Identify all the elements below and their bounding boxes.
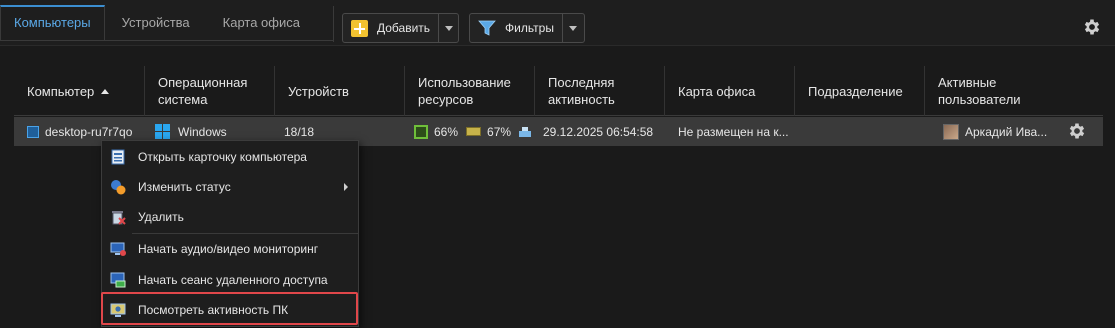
- disk-icon: [519, 126, 532, 137]
- sort-ascending-icon: [101, 88, 110, 94]
- tab-devices[interactable]: Устройства: [105, 5, 203, 41]
- chevron-down-icon: [569, 25, 578, 31]
- filters-dropdown-button[interactable]: [561, 14, 584, 42]
- context-menu: Открыть карточку компьютера Изменить ста…: [101, 140, 359, 327]
- column-header-office-map[interactable]: Карта офиса: [664, 66, 794, 116]
- column-header-last-activity[interactable]: Последняя активность: [534, 66, 664, 116]
- menu-item-change-status[interactable]: Изменить статус: [102, 172, 358, 202]
- remote-access-icon: [110, 272, 126, 288]
- column-header-devices[interactable]: Устройств: [274, 66, 404, 116]
- filter-funnel-icon: [478, 20, 496, 36]
- computer-icon: [27, 125, 39, 138]
- tab-office-map[interactable]: Карта офиса: [203, 5, 313, 41]
- resources-cell: 66% 67%: [414, 117, 532, 146]
- add-dropdown-button[interactable]: [438, 14, 458, 42]
- column-header-resources[interactable]: Использование ресурсов: [404, 66, 534, 116]
- top-bar: Компьютеры Устройства Карта офиса Добави…: [0, 0, 1115, 46]
- av-monitoring-icon: [110, 242, 126, 256]
- pc-activity-icon: [110, 303, 126, 317]
- menu-item-open-card[interactable]: Открыть карточку компьютера: [102, 142, 358, 172]
- user-avatar: [943, 123, 959, 140]
- active-users-cell: Аркадий Ива...: [943, 117, 1047, 146]
- column-header-active-users[interactable]: Активные пользователи: [924, 66, 1103, 116]
- menu-item-pc-activity[interactable]: Посмотреть активность ПК: [102, 295, 358, 325]
- computers-table: Компьютер Операционная система Устройств…: [14, 66, 1103, 116]
- tab-separator: [333, 6, 334, 42]
- cpu-chip-icon: [414, 124, 428, 139]
- filters-button-label: Фильтры: [505, 21, 554, 35]
- add-button[interactable]: Добавить: [343, 14, 438, 42]
- chevron-right-icon: [344, 183, 348, 191]
- column-header-department[interactable]: Подразделение: [794, 66, 924, 116]
- menu-item-remote-access[interactable]: Начать сеанс удаленного доступа: [102, 265, 358, 295]
- column-header-os[interactable]: Операционная система: [144, 66, 274, 116]
- divider: [0, 45, 1115, 46]
- menu-item-delete[interactable]: Удалить: [102, 202, 358, 232]
- tab-bar: Компьютеры Устройства Карта офиса: [0, 5, 313, 41]
- plus-icon: [351, 19, 368, 37]
- tabs-divider: [0, 40, 333, 41]
- ram-module-icon: [466, 127, 482, 136]
- menu-item-av-monitoring[interactable]: Начать аудио/видео мониторинг: [102, 234, 358, 264]
- delete-icon: [112, 211, 126, 225]
- status-change-icon: [111, 180, 126, 195]
- windows-icon: [155, 124, 170, 139]
- office-map-cell: Не размещен на к...: [678, 124, 789, 139]
- row-settings-gear-icon[interactable]: [1067, 121, 1087, 141]
- computer-card-icon: [111, 149, 125, 165]
- filters-split-button: Фильтры: [469, 13, 585, 43]
- add-button-label: Добавить: [377, 21, 431, 35]
- tab-computers[interactable]: Компьютеры: [0, 5, 105, 41]
- add-split-button: Добавить: [342, 13, 459, 43]
- column-header-computer[interactable]: Компьютер: [14, 66, 144, 116]
- chevron-down-icon: [444, 25, 453, 31]
- settings-gear-icon[interactable]: [1082, 17, 1102, 37]
- last-activity-cell: 29.12.2025 06:54:58: [543, 124, 654, 139]
- filters-button[interactable]: Фильтры: [470, 14, 562, 42]
- table-header: Компьютер Операционная система Устройств…: [14, 66, 1103, 116]
